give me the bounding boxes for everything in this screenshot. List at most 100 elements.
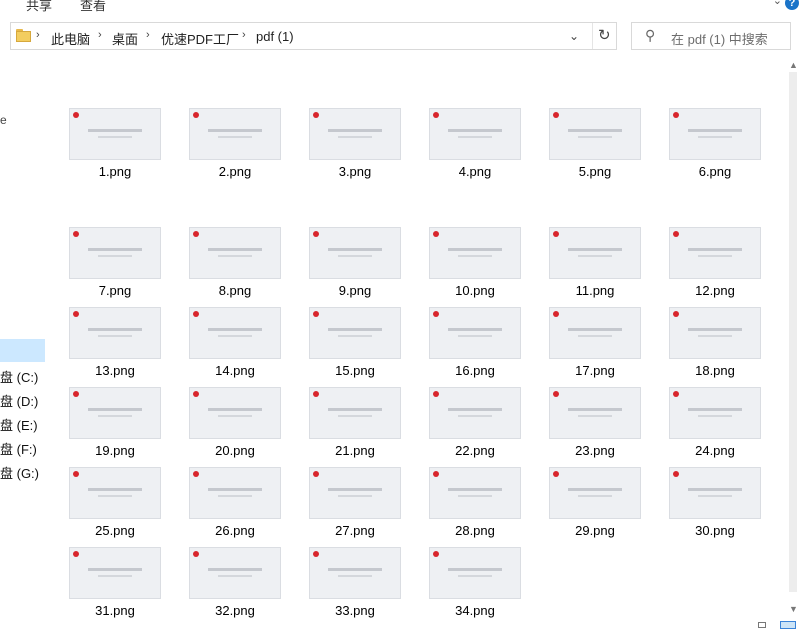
slide-text-placeholder [218,136,252,138]
ribbon: 共享 查看 ⌄ ? [0,0,802,14]
file-name: 26.png [215,523,255,538]
slide-text-placeholder [218,575,252,577]
slide-text-placeholder [88,408,142,411]
slide-text-placeholder [698,495,732,497]
search-icon: ⚲ [645,27,656,43]
slide-text-placeholder [88,328,142,331]
file-name: 18.png [695,363,735,378]
refresh-icon[interactable]: ↻ [598,26,611,44]
slide-logo-icon [673,471,679,477]
file-thumbnail [309,307,401,359]
slide-text-placeholder [338,255,372,257]
slide-text-placeholder [338,415,372,417]
scroll-down-icon[interactable]: ▼ [789,604,798,614]
tab-view[interactable]: 查看 [80,0,106,14]
slide-text-placeholder [208,129,262,132]
slide-text-placeholder [448,408,502,411]
file-thumbnail [309,547,401,599]
chevron-down-icon[interactable]: ⌄ [569,29,579,43]
file-name: 13.png [95,363,135,378]
slide-text-placeholder [88,488,142,491]
slide-logo-icon [193,551,199,557]
tab-share[interactable]: 共享 [26,0,52,14]
nav-selected-item[interactable] [0,339,45,362]
breadcrumb-current-folder[interactable]: pdf (1) [256,29,294,44]
slide-text-placeholder [338,136,372,138]
breadcrumb-separator-icon[interactable]: › [98,29,102,41]
file-thumbnail [669,307,761,359]
file-name: 10.png [455,283,495,298]
slide-text-placeholder [458,335,492,337]
file-name: 4.png [458,164,492,179]
collapse-ribbon-icon[interactable]: ⌄ [773,0,782,7]
search-box[interactable]: ⚲ 在 pdf (1) 中搜索 [631,22,791,50]
slide-text-placeholder [448,328,502,331]
vertical-scrollbar[interactable]: ▲ ▼ [784,58,802,618]
file-thumbnail [549,307,641,359]
slide-logo-icon [193,311,199,317]
file-thumbnail [669,108,761,160]
file-thumbnail [549,467,641,519]
slide-text-placeholder [98,255,132,257]
slide-text-placeholder [568,488,622,491]
breadcrumb-desktop[interactable]: 桌面 [112,29,138,48]
slide-logo-icon [193,231,199,237]
file-thumbnail [429,307,521,359]
slide-logo-icon [73,231,79,237]
nav-drive-e[interactable]: 盘 (E:) [0,415,38,434]
slide-text-placeholder [578,415,612,417]
slide-text-placeholder [208,248,262,251]
file-name: 34.png [455,603,495,618]
file-thumbnail [189,108,281,160]
file-thumbnail [669,387,761,439]
nav-drive-d[interactable]: 盘 (D:) [0,391,38,410]
file-thumbnail [429,467,521,519]
nav-drive-g[interactable]: 盘 (G:) [0,463,39,482]
slide-logo-icon [313,391,319,397]
file-name: 9.png [338,283,372,298]
file-thumbnail [69,108,161,160]
file-thumbnail [549,227,641,279]
slide-logo-icon [73,311,79,317]
slide-text-placeholder [578,335,612,337]
slide-logo-icon [433,231,439,237]
slide-text-placeholder [698,255,732,257]
file-thumbnail [429,387,521,439]
slide-text-placeholder [698,136,732,138]
slide-text-placeholder [458,415,492,417]
breadcrumb-separator-icon[interactable]: › [242,29,246,41]
file-thumbnail [429,108,521,160]
file-thumbnail [429,547,521,599]
large-icons-view-icon[interactable] [780,621,796,629]
scroll-up-icon[interactable]: ▲ [789,60,798,70]
address-bar[interactable]: › 此电脑 › 桌面 › 优速PDF工厂 › pdf (1) ⌄ ↻ [10,22,617,50]
slide-text-placeholder [328,488,382,491]
nav-drive-f[interactable]: 盘 (F:) [0,439,37,458]
slide-text-placeholder [218,495,252,497]
breadcrumb-pdf-factory[interactable]: 优速PDF工厂 [161,29,239,48]
slide-logo-icon [73,112,79,118]
scrollbar-thumb[interactable] [789,72,797,592]
nav-partial-item[interactable]: e [0,113,7,127]
slide-logo-icon [433,112,439,118]
breadcrumb-this-pc[interactable]: 此电脑 [51,29,90,48]
slide-text-placeholder [568,129,622,132]
nav-drive-c[interactable]: 盘 (C:) [0,367,38,386]
file-name: 12.png [695,283,735,298]
file-name: 7.png [98,283,132,298]
file-name: 6.png [698,164,732,179]
slide-text-placeholder [98,335,132,337]
search-input[interactable]: 在 pdf (1) 中搜索 [671,29,768,48]
file-name: 32.png [215,603,255,618]
breadcrumb-separator-icon[interactable]: › [146,29,150,41]
file-thumbnail [429,227,521,279]
breadcrumb-separator-icon[interactable]: › [36,29,40,41]
slide-logo-icon [553,471,559,477]
details-view-icon[interactable] [758,622,766,628]
slide-text-placeholder [208,488,262,491]
file-name: 21.png [335,443,375,458]
slide-text-placeholder [338,575,372,577]
help-icon[interactable]: ? [785,0,799,10]
slide-logo-icon [673,112,679,118]
file-thumbnail [669,227,761,279]
